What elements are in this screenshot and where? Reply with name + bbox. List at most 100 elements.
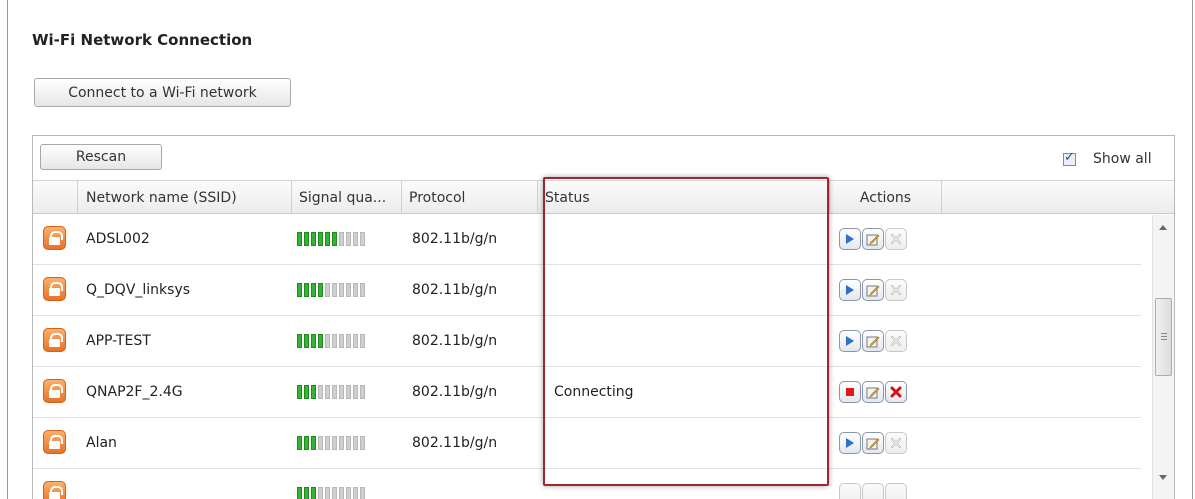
delete-button[interactable] xyxy=(885,228,907,250)
actions-cell xyxy=(839,316,908,366)
connect-button[interactable] xyxy=(839,279,861,301)
signal-bar xyxy=(325,283,330,297)
table-row[interactable]: APP-TEST 802.11b/g/n xyxy=(33,316,1141,367)
rescan-button[interactable]: Rescan xyxy=(40,144,162,170)
column-header-ssid[interactable]: Network name (SSID) xyxy=(77,181,291,214)
signal-bar xyxy=(360,232,365,246)
edit-button[interactable] xyxy=(862,483,884,499)
connect-button[interactable] xyxy=(839,228,861,250)
table-header: Network name (SSID) Signal qua... Protoc… xyxy=(33,180,1174,214)
ssid-cell: QNAP2F_2.4G xyxy=(86,384,183,400)
connect-button[interactable] xyxy=(839,432,861,454)
signal-bar xyxy=(297,232,302,246)
signal-bar xyxy=(339,436,344,450)
table-row[interactable]: QNAP2F_2.4G 802.11b/g/n Connecting xyxy=(33,367,1141,418)
actions-cell xyxy=(839,469,908,499)
lock-icon xyxy=(43,430,66,454)
edit-button[interactable] xyxy=(862,432,884,454)
column-header-signal[interactable]: Signal qua... xyxy=(291,181,401,214)
play-icon xyxy=(846,234,854,244)
delete-button[interactable] xyxy=(885,483,907,499)
scroll-thumb[interactable] xyxy=(1155,298,1172,376)
signal-bar xyxy=(360,487,365,499)
connect-button[interactable] xyxy=(839,483,861,499)
signal-bar xyxy=(325,487,330,499)
signal-bar xyxy=(339,232,344,246)
signal-bar xyxy=(346,334,351,348)
lock-icon xyxy=(43,328,66,352)
edit-button[interactable] xyxy=(862,279,884,301)
signal-bar xyxy=(297,385,302,399)
table-row[interactable]: ADSL002 802.11b/g/n xyxy=(33,214,1141,265)
signal-bar xyxy=(325,334,330,348)
signal-bar xyxy=(297,487,302,499)
signal-bar xyxy=(304,385,309,399)
signal-bar xyxy=(297,283,302,297)
edit-button[interactable] xyxy=(862,381,884,403)
edit-icon xyxy=(866,285,880,297)
protocol-cell: 802.11b/g/n xyxy=(412,435,498,451)
signal-bar xyxy=(353,436,358,450)
disconnect-button[interactable] xyxy=(839,381,861,403)
show-all-toggle[interactable]: Show all xyxy=(1063,150,1152,167)
signal-bar xyxy=(297,436,302,450)
signal-bar xyxy=(332,283,337,297)
actions-cell xyxy=(839,418,908,468)
signal-bar xyxy=(311,283,316,297)
signal-bar xyxy=(318,487,323,499)
lock-icon xyxy=(43,379,66,403)
delete-button[interactable] xyxy=(885,330,907,352)
signal-bar xyxy=(339,385,344,399)
signal-quality-meter xyxy=(297,418,365,468)
table-scrollbar[interactable] xyxy=(1152,215,1174,499)
signal-bar xyxy=(311,385,316,399)
column-header-icon xyxy=(33,181,77,214)
actions-cell xyxy=(839,214,908,264)
signal-quality-meter xyxy=(297,214,365,264)
signal-bar xyxy=(318,385,323,399)
connect-wifi-button[interactable]: Connect to a Wi-Fi network xyxy=(34,78,291,107)
column-header-filler xyxy=(941,181,1174,214)
delete-icon xyxy=(890,335,902,347)
signal-quality-meter xyxy=(297,469,365,499)
signal-bar xyxy=(304,334,309,348)
edit-icon xyxy=(866,234,880,246)
status-cell: Connecting xyxy=(554,384,634,400)
column-header-protocol[interactable]: Protocol xyxy=(401,181,537,214)
signal-bar xyxy=(339,283,344,297)
scroll-down-arrow-icon[interactable] xyxy=(1159,475,1167,480)
table-row-partial[interactable] xyxy=(33,469,1141,499)
edit-icon xyxy=(866,387,880,399)
protocol-cell: 802.11b/g/n xyxy=(412,282,498,298)
play-icon xyxy=(846,438,854,448)
scroll-up-arrow-icon[interactable] xyxy=(1159,225,1167,230)
signal-bar xyxy=(304,283,309,297)
ssid-cell: Alan xyxy=(86,435,117,451)
connect-button[interactable] xyxy=(839,330,861,352)
table-row[interactable]: Alan 802.11b/g/n xyxy=(33,418,1141,469)
signal-bar xyxy=(297,334,302,348)
signal-bar xyxy=(325,232,330,246)
delete-button[interactable] xyxy=(885,279,907,301)
column-header-status[interactable]: Status xyxy=(537,181,829,214)
show-all-checkbox[interactable] xyxy=(1063,150,1076,166)
signal-bar xyxy=(360,385,365,399)
edit-button[interactable] xyxy=(862,228,884,250)
signal-bar xyxy=(332,436,337,450)
signal-bar xyxy=(353,283,358,297)
signal-bar xyxy=(360,334,365,348)
signal-bar xyxy=(346,385,351,399)
signal-bar xyxy=(318,436,323,450)
table-row[interactable]: Q_DQV_linksys 802.11b/g/n xyxy=(33,265,1141,316)
signal-bar xyxy=(325,436,330,450)
signal-bar xyxy=(346,436,351,450)
edit-button[interactable] xyxy=(862,330,884,352)
delete-button[interactable] xyxy=(885,432,907,454)
signal-bar xyxy=(318,334,323,348)
signal-bar xyxy=(311,487,316,499)
signal-bar xyxy=(360,283,365,297)
edit-icon xyxy=(866,438,880,450)
signal-quality-meter xyxy=(297,316,365,366)
play-icon xyxy=(846,285,854,295)
delete-button[interactable] xyxy=(885,381,907,403)
